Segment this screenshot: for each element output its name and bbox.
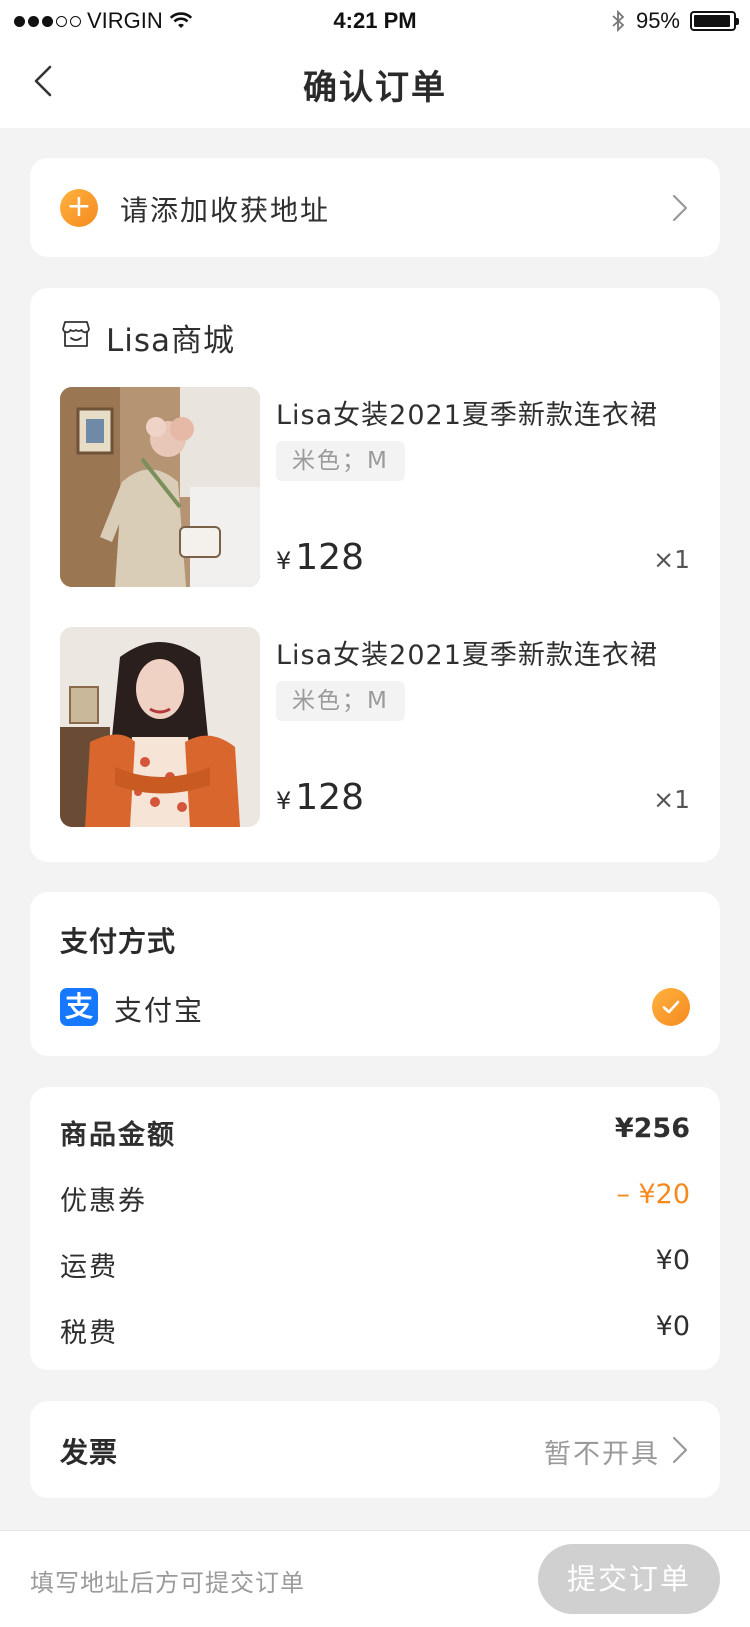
nav-bar: 确认订单 [0, 40, 750, 128]
currency-symbol: ¥ [276, 787, 292, 815]
coupon-label: 优惠券 [60, 1186, 147, 1217]
payment-selected-check[interactable] [652, 988, 690, 1026]
bottom-bar: 填写地址后方可提交订单 提交订单 [0, 1530, 750, 1627]
add-address-row[interactable]: + 请添加收获地址 [30, 158, 720, 257]
payment-card: 支付方式 支 支付宝 [30, 892, 720, 1056]
page-title: 确认订单 [303, 68, 447, 108]
goods-amount-label: 商品金额 [60, 1120, 176, 1151]
payment-section-title: 支付方式 [60, 925, 177, 958]
price-value: 128 [295, 537, 364, 578]
shipping-row: 运费 ¥0 [60, 1245, 690, 1285]
invoice-value: 暂不开具 [544, 1439, 660, 1470]
tax-value: ¥0 [655, 1311, 690, 1342]
price-value: 128 [295, 777, 364, 818]
tax-row: 税费 ¥0 [60, 1311, 690, 1351]
tax-label: 税费 [60, 1318, 118, 1349]
submit-order-button[interactable]: 提交订单 [538, 1544, 720, 1614]
product-spec: 米色；M [276, 681, 405, 721]
coupon-value: – ¥20 [616, 1179, 690, 1210]
product-image[interactable] [60, 387, 260, 587]
product-quantity: ×1 [653, 785, 690, 814]
chevron-right-icon [672, 194, 688, 222]
invoice-label: 发票 [60, 1436, 119, 1469]
store-card: Lisa商城 Lisa女装2021夏季新款连衣裙 米色；M ¥128 ×1 Li… [30, 288, 720, 862]
status-right: 95% [610, 8, 739, 34]
chevron-right-icon [672, 1436, 688, 1464]
status-bar: VIRGIN 4:21 PM 95% [0, 0, 750, 40]
store-icon [62, 321, 90, 347]
product-title: Lisa女装2021夏季新款连衣裙 [276, 400, 658, 431]
payment-method-name[interactable]: 支付宝 [114, 989, 204, 1029]
plus-icon: + [60, 189, 98, 227]
amount-card: 商品金额 ¥256 优惠券 – ¥20 运费 ¥0 税费 ¥0 [30, 1087, 720, 1370]
product-price: ¥128 [276, 777, 364, 818]
submit-hint: 填写地址后方可提交订单 [30, 1569, 305, 1597]
goods-amount-row: 商品金额 ¥256 [60, 1113, 690, 1153]
store-name: Lisa商城 [106, 323, 236, 359]
alipay-icon: 支 [60, 988, 98, 1026]
checkmark-icon [662, 1000, 680, 1014]
goods-amount-value: ¥256 [614, 1113, 690, 1144]
coupon-row[interactable]: 优惠券 – ¥20 [60, 1179, 690, 1219]
shipping-label: 运费 [60, 1252, 118, 1283]
product-item[interactable]: Lisa女装2021夏季新款连衣裙 米色；M ¥128 ×1 [60, 387, 690, 587]
invoice-row[interactable]: 发票 暂不开具 [30, 1401, 720, 1498]
battery-percent: 95% [635, 8, 680, 33]
battery-fill [694, 15, 730, 27]
shipping-value: ¥0 [655, 1245, 690, 1276]
bluetooth-icon [612, 9, 625, 33]
product-quantity: ×1 [653, 545, 690, 574]
product-title: Lisa女装2021夏季新款连衣裙 [276, 640, 658, 671]
product-price: ¥128 [276, 537, 364, 578]
add-address-label: 请添加收获地址 [120, 194, 331, 227]
battery-icon [690, 11, 739, 31]
product-image[interactable] [60, 627, 260, 827]
product-item[interactable]: Lisa女装2021夏季新款连衣裙 米色；M ¥128 ×1 [60, 627, 690, 827]
currency-symbol: ¥ [276, 547, 292, 575]
product-spec: 米色；M [276, 441, 405, 481]
